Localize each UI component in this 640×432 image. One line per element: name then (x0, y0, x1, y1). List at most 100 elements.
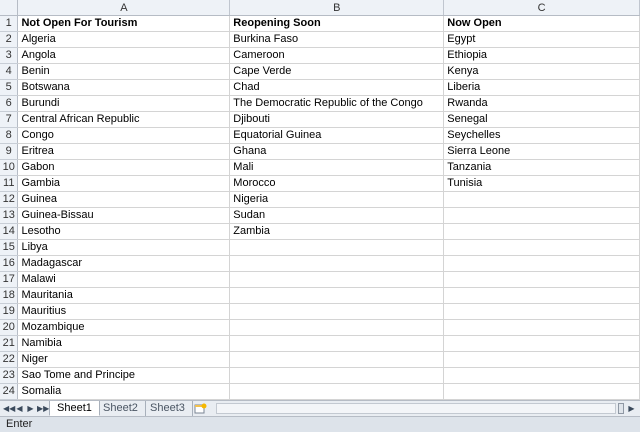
row-header[interactable]: 21 (0, 335, 19, 352)
cell-b[interactable]: Chad (229, 79, 445, 96)
cell-c[interactable] (443, 303, 640, 320)
cell-a[interactable]: Guinea (17, 191, 231, 208)
cell-b[interactable] (229, 271, 445, 288)
cell-a[interactable]: Burundi (17, 95, 231, 112)
cell-c[interactable]: Rwanda (443, 95, 640, 112)
cell-a[interactable]: Mauritania (17, 287, 231, 304)
cell-b[interactable]: Djibouti (229, 111, 445, 128)
row-header[interactable]: 3 (0, 47, 19, 64)
first-sheet-icon[interactable]: ◀◀ (3, 403, 15, 414)
cell-a[interactable]: Guinea-Bissau (17, 207, 231, 224)
row-header[interactable]: 8 (0, 127, 19, 144)
cell-c[interactable] (443, 271, 640, 288)
cell-c[interactable] (443, 287, 640, 304)
cell-b[interactable]: Equatorial Guinea (229, 127, 445, 144)
horizontal-scroll-thumb[interactable] (618, 403, 624, 414)
row-header[interactable]: 11 (0, 175, 19, 192)
cell-b[interactable]: Burkina Faso (229, 31, 445, 48)
cell-c[interactable]: Kenya (443, 63, 640, 80)
row-header[interactable]: 12 (0, 191, 19, 208)
row-header[interactable]: 6 (0, 95, 19, 112)
prev-sheet-icon[interactable]: ◀ (15, 403, 24, 414)
cell-a[interactable]: Somalia (17, 383, 231, 400)
cell-a[interactable]: Gambia (17, 175, 231, 192)
cell-a[interactable]: Angola (17, 47, 231, 64)
insert-sheet-icon[interactable] (193, 403, 207, 414)
cell-a[interactable]: Mozambique (17, 319, 231, 336)
cell-c[interactable]: Tanzania (443, 159, 640, 176)
cell-b[interactable]: Cape Verde (229, 63, 445, 80)
row-header[interactable]: 20 (0, 319, 19, 336)
sheet-tab-sheet3[interactable]: Sheet3 (143, 401, 193, 416)
cell-b[interactable]: Ghana (229, 143, 445, 160)
cell-b[interactable] (229, 319, 445, 336)
row-header[interactable]: 19 (0, 303, 19, 320)
cell-b[interactable] (229, 303, 445, 320)
column-header-a[interactable]: A (17, 0, 231, 16)
row-header[interactable]: 13 (0, 207, 19, 224)
cell-b[interactable] (229, 239, 445, 256)
cell-b[interactable] (229, 287, 445, 304)
cell-a[interactable]: Algeria (17, 31, 231, 48)
cell-b[interactable]: Zambia (229, 223, 445, 240)
sheet-tab-sheet2[interactable]: Sheet2 (96, 401, 146, 416)
cell-c[interactable] (443, 191, 640, 208)
cell-a[interactable]: Mauritius (17, 303, 231, 320)
cell-a[interactable]: Botswana (17, 79, 231, 96)
sheet-tab-sheet1[interactable]: Sheet1 (49, 401, 100, 416)
cell-c1[interactable]: Now Open (443, 15, 640, 32)
row-header[interactable]: 10 (0, 159, 19, 176)
cell-b[interactable] (229, 383, 445, 400)
row-header[interactable]: 18 (0, 287, 19, 304)
cell-a[interactable]: Namibia (17, 335, 231, 352)
next-sheet-icon[interactable]: ▶ (26, 403, 35, 414)
cell-c[interactable] (443, 383, 640, 400)
cell-a[interactable]: Lesotho (17, 223, 231, 240)
row-header[interactable]: 5 (0, 79, 19, 96)
cell-c[interactable]: Ethiopia (443, 47, 640, 64)
cell-a[interactable]: Congo (17, 127, 231, 144)
cell-b[interactable] (229, 367, 445, 384)
cell-a[interactable]: Central African Republic (17, 111, 231, 128)
cell-c[interactable]: Egypt (443, 31, 640, 48)
cell-b1[interactable]: Reopening Soon (229, 15, 445, 32)
cell-b[interactable]: Cameroon (229, 47, 445, 64)
cell-c[interactable]: Tunisia (443, 175, 640, 192)
cell-b[interactable] (229, 335, 445, 352)
row-header[interactable]: 16 (0, 255, 19, 272)
cell-a1[interactable]: Not Open For Tourism (17, 15, 231, 32)
cell-c[interactable]: Sierra Leone (443, 143, 640, 160)
row-header[interactable]: 9 (0, 143, 19, 160)
cell-c[interactable] (443, 207, 640, 224)
select-all-corner[interactable] (0, 0, 19, 16)
cell-a[interactable]: Benin (17, 63, 231, 80)
cell-a[interactable]: Malawi (17, 271, 231, 288)
row-header[interactable]: 14 (0, 223, 19, 240)
horizontal-scrollbar[interactable] (216, 403, 616, 414)
row-header[interactable]: 2 (0, 31, 19, 48)
cell-a[interactable]: Niger (17, 351, 231, 368)
row-header[interactable]: 23 (0, 367, 19, 384)
row-header[interactable]: 17 (0, 271, 19, 288)
cell-b[interactable]: Mali (229, 159, 445, 176)
cell-c[interactable]: Senegal (443, 111, 640, 128)
cell-c[interactable] (443, 255, 640, 272)
cell-c[interactable] (443, 367, 640, 384)
row-header[interactable]: 4 (0, 63, 19, 80)
cell-c[interactable] (443, 335, 640, 352)
scroll-right-icon[interactable]: ▶ (626, 403, 637, 414)
row-header[interactable]: 15 (0, 239, 19, 256)
cell-c[interactable] (443, 351, 640, 368)
cell-b[interactable]: Nigeria (229, 191, 445, 208)
cell-a[interactable]: Eritrea (17, 143, 231, 160)
row-header[interactable]: 1 (0, 15, 19, 32)
cell-a[interactable]: Gabon (17, 159, 231, 176)
cell-b[interactable]: Sudan (229, 207, 445, 224)
cell-c[interactable] (443, 239, 640, 256)
row-header[interactable]: 7 (0, 111, 19, 128)
row-header[interactable]: 24 (0, 383, 19, 400)
cell-a[interactable]: Libya (17, 239, 231, 256)
cell-b[interactable] (229, 255, 445, 272)
cell-a[interactable]: Sao Tome and Principe (17, 367, 231, 384)
column-header-b[interactable]: B (229, 0, 445, 16)
